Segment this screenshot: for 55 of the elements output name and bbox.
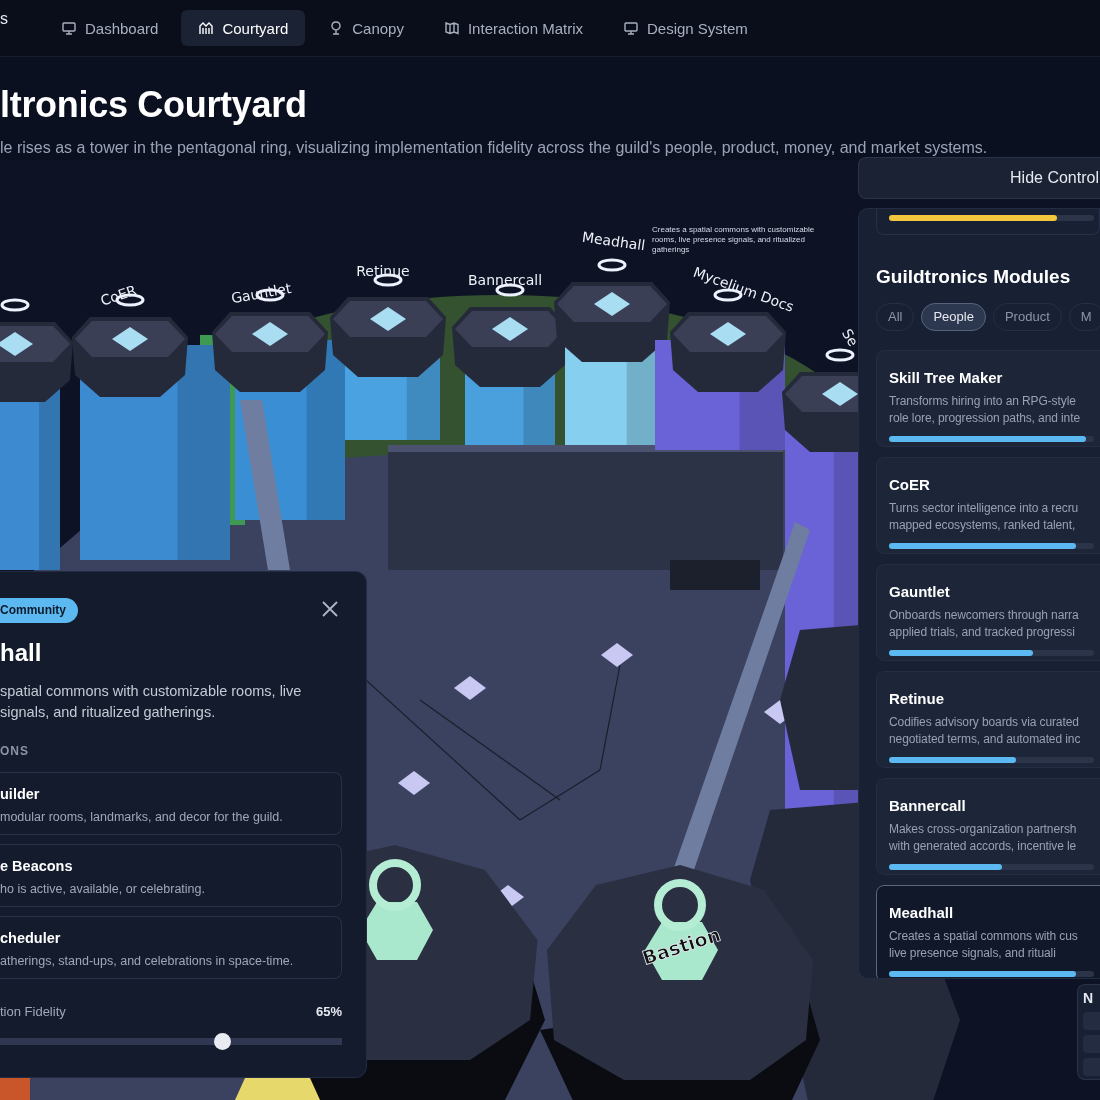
building-icon: [198, 20, 215, 36]
module-description: Onboards newcomers through narra applied trials, and tracked progressi: [889, 606, 1080, 641]
feature-title: e Beacons: [0, 857, 74, 875]
feature-title: uilder: [0, 785, 41, 803]
page-subtitle: le rises as a tower in the pentagonal ring, visualizing implementation fidelity across the guild's people, product, money, and market systems.: [0, 139, 989, 157]
monitor-icon: [61, 20, 77, 36]
module-name: CoER: [889, 475, 931, 494]
feature-title: cheduler: [0, 929, 62, 947]
module-card[interactable]: Skill Tree Maker Transforms hiring into an RPG-style role lore, progression paths, and inte: [876, 350, 1100, 447]
module-card[interactable]: [876, 209, 1100, 235]
module-card[interactable]: Retinue Codifies advisory boards via curated negotiated terms, and automated inc: [876, 671, 1100, 768]
tower-label: Meadhall: [581, 228, 647, 254]
category-badge: Community: [0, 598, 78, 623]
nav-tab[interactable]: Design System: [606, 10, 765, 46]
module-name: Retinue: [889, 689, 945, 708]
feature-description: modular rooms, landmarks, and decor for the guild.: [0, 810, 284, 825]
module-name: Meadhall: [889, 903, 955, 922]
section-heading: ONS: [0, 744, 29, 758]
module-description: Makes cross-organization partnersh with generated accords, incentive le: [889, 820, 1078, 855]
module-description: Transforms hiring into an RPG-style role lore, progression paths, and inte: [889, 392, 1081, 427]
filter-chip[interactable]: People: [921, 303, 986, 331]
fidelity-label: tion Fidelity: [0, 1004, 66, 1019]
nav-tab[interactable]: Interaction Matrix: [426, 10, 600, 46]
tower-label: Gauntlet: [229, 279, 293, 307]
module-description: Turns sector intelligence into a recru mapped ecosystems, ranked talent,: [889, 499, 1080, 534]
tower-label: Se: [839, 325, 862, 350]
module-description: Codifies advisory boards via curated negotiated terms, and automated inc: [889, 713, 1082, 748]
tower-label: Bannercall: [468, 272, 542, 288]
nav-tab[interactable]: Courtyard: [181, 10, 306, 46]
feature-description: atherings, stand-ups, and celebrations in space-time.: [0, 954, 295, 969]
monitor-icon: [623, 20, 639, 36]
module-name: Skill Tree Maker: [889, 368, 1004, 387]
brand-text: s: [0, 10, 9, 28]
module-name: Bannercall: [889, 796, 967, 815]
panel-title: hall: [0, 638, 42, 668]
hide-controls-button[interactable]: Hide Control: [858, 157, 1100, 199]
feature-description: ho is active, available, or celebrating.: [0, 882, 206, 897]
panel-heading: Guildtronics Modules: [876, 265, 1072, 289]
map-icon: [443, 20, 460, 36]
tower-label: Retinue: [356, 263, 410, 279]
module-card[interactable]: Bannercall Makes cross-organization partnersh with generated accords, incentive le: [876, 778, 1100, 875]
fidelity-value: 65%: [314, 1004, 342, 1019]
tower-label: CoER: [98, 281, 139, 309]
module-name: Gauntlet: [889, 582, 951, 601]
module-card[interactable]: Gauntlet Onboards newcomers through narra applied trials, and tracked progressi: [876, 564, 1100, 661]
module-card[interactable]: CoER Turns sector intelligence into a recru mapped ecosystems, ranked talent,: [876, 457, 1100, 554]
nav-tab[interactable]: Canopy: [311, 10, 421, 46]
nav-tab[interactable]: Dashboard: [44, 10, 176, 46]
module-description: Creates a spatial commons with cus live presence signals, and rituali: [889, 927, 1079, 962]
page-title: ltronics Courtyard: [0, 83, 308, 127]
panel-heading: N: [1083, 989, 1095, 1007]
panel-description: spatial commons with customizable rooms, live signals, and ritualized gatherings.: [0, 682, 302, 722]
module-card[interactable]: Meadhall Creates a spatial commons with cus live presence signals, and rituali: [876, 885, 1100, 978]
tower-caption: Creates a spatial commons with customizable rooms, live presence signals, and ritualized gatherings: [652, 225, 815, 254]
slider-thumb[interactable]: [214, 1033, 232, 1050]
